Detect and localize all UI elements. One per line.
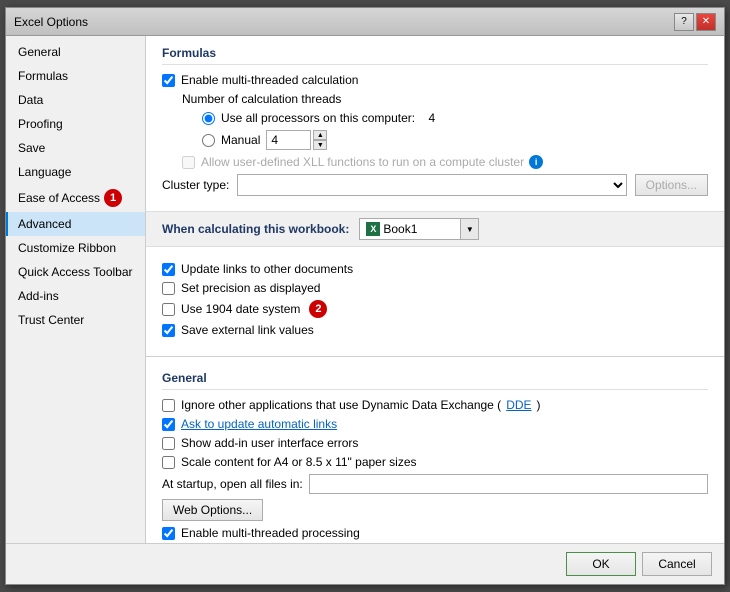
- sidebar-item-customize-ribbon[interactable]: Customize Ribbon: [6, 236, 145, 260]
- main-content: Formulas Enable multi-threaded calculati…: [146, 36, 724, 543]
- at-startup-label: At startup, open all files in:: [162, 477, 303, 491]
- save-external-checkbox[interactable]: [162, 324, 175, 337]
- use-1904-checkbox[interactable]: [162, 303, 175, 316]
- when-calculating-row: When calculating this workbook: X Book1 …: [146, 211, 724, 247]
- dialog-title: Excel Options: [14, 15, 88, 29]
- set-precision-row: Set precision as displayed: [162, 281, 708, 295]
- scale-content-checkbox[interactable]: [162, 456, 175, 469]
- use-1904-label[interactable]: Use 1904 date system 2: [181, 300, 327, 318]
- ask-update-label[interactable]: Ask to update automatic links: [181, 417, 337, 431]
- sidebar-item-advanced[interactable]: Advanced: [6, 212, 145, 236]
- help-button[interactable]: ?: [674, 13, 694, 31]
- dialog-footer: OK Cancel: [6, 543, 724, 584]
- ignore-dde-checkbox[interactable]: [162, 399, 175, 412]
- ease-of-access-badge: 1: [104, 189, 122, 207]
- ignore-dde-row: Ignore other applications that use Dynam…: [162, 398, 708, 412]
- general-section-header: General: [162, 371, 708, 390]
- dde-link[interactable]: DDE: [506, 398, 531, 412]
- update-links-checkbox[interactable]: [162, 263, 175, 276]
- sidebar-item-ease-of-access[interactable]: Ease of Access 1: [6, 184, 145, 212]
- manual-threads-row: Manual ▲ ▼: [202, 130, 708, 150]
- use-all-processors-label[interactable]: Use all processors on this computer: 4: [221, 111, 435, 125]
- allow-user-defined-label: Allow user-defined XLL functions to run …: [201, 155, 543, 169]
- manual-threads-spinner: ▲ ▼: [313, 130, 327, 150]
- info-icon[interactable]: i: [529, 155, 543, 169]
- enable-multithreaded-label[interactable]: Enable multi-threaded calculation: [181, 73, 358, 87]
- title-bar: Excel Options ? ✕: [6, 8, 724, 36]
- excel-icon: X: [366, 222, 380, 236]
- set-precision-checkbox[interactable]: [162, 282, 175, 295]
- enable-multithreaded-checkbox[interactable]: [162, 74, 175, 87]
- at-startup-input[interactable]: [309, 474, 708, 494]
- scale-content-label[interactable]: Scale content for A4 or 8.5 x 11" paper …: [181, 455, 417, 469]
- enable-multithreaded-row: Enable multi-threaded calculation: [162, 73, 708, 87]
- sidebar-item-general[interactable]: General: [6, 40, 145, 64]
- set-precision-label[interactable]: Set precision as displayed: [181, 281, 320, 295]
- sidebar-item-formulas[interactable]: Formulas: [6, 64, 145, 88]
- cluster-type-row: Cluster type: Options...: [162, 174, 708, 196]
- show-addin-label[interactable]: Show add-in user interface errors: [181, 436, 358, 450]
- workbook-dropdown-arrow[interactable]: ▼: [460, 219, 478, 239]
- general-section: General Ignore other applications that u…: [146, 361, 724, 543]
- allow-user-defined-row: Allow user-defined XLL functions to run …: [182, 155, 708, 169]
- cluster-type-label: Cluster type:: [162, 178, 229, 192]
- update-links-row: Update links to other documents: [162, 262, 708, 276]
- workbook-label: X Book1: [360, 222, 460, 236]
- ask-update-row: Ask to update automatic links: [162, 417, 708, 431]
- sidebar-item-quick-access-toolbar[interactable]: Quick Access Toolbar: [6, 260, 145, 284]
- enable-multiprocessing-label[interactable]: Enable multi-threaded processing: [181, 526, 360, 540]
- web-options-button[interactable]: Web Options...: [162, 499, 263, 521]
- manual-threads-radio[interactable]: [202, 134, 215, 147]
- use-1904-row: Use 1904 date system 2: [162, 300, 708, 318]
- sidebar-item-trust-center[interactable]: Trust Center: [6, 308, 145, 332]
- enable-multiprocessing-row: Enable multi-threaded processing: [162, 526, 708, 540]
- update-links-label[interactable]: Update links to other documents: [181, 262, 353, 276]
- sidebar-item-data[interactable]: Data: [6, 88, 145, 112]
- show-addin-row: Show add-in user interface errors: [162, 436, 708, 450]
- title-bar-controls: ? ✕: [674, 13, 716, 31]
- section-divider-1: [146, 356, 724, 357]
- when-calculating-label: When calculating this workbook:: [162, 222, 349, 236]
- sidebar-item-language[interactable]: Language: [6, 160, 145, 184]
- formulas-section-header: Formulas: [162, 46, 708, 65]
- use-all-processors-radio[interactable]: [202, 112, 215, 125]
- web-options-row: Web Options...: [162, 499, 708, 521]
- sidebar: General Formulas Data Proofing Save Lang…: [6, 36, 146, 543]
- calc-threads-label: Number of calculation threads: [182, 92, 708, 106]
- allow-user-defined-checkbox[interactable]: [182, 156, 195, 169]
- sidebar-item-proofing[interactable]: Proofing: [6, 112, 145, 136]
- spin-down-button[interactable]: ▼: [313, 140, 327, 150]
- formulas-section: Formulas Enable multi-threaded calculati…: [146, 36, 724, 211]
- ask-update-checkbox[interactable]: [162, 418, 175, 431]
- dialog-body: General Formulas Data Proofing Save Lang…: [6, 36, 724, 543]
- save-external-label[interactable]: Save external link values: [181, 323, 314, 337]
- excel-options-dialog: Excel Options ? ✕ General Formulas Data …: [5, 7, 725, 585]
- scale-content-row: Scale content for A4 or 8.5 x 11" paper …: [162, 455, 708, 469]
- manual-threads-input[interactable]: [266, 130, 311, 150]
- show-addin-checkbox[interactable]: [162, 437, 175, 450]
- at-startup-row: At startup, open all files in:: [162, 474, 708, 494]
- ok-button[interactable]: OK: [566, 552, 636, 576]
- close-button[interactable]: ✕: [696, 13, 716, 31]
- cluster-options-button[interactable]: Options...: [635, 174, 708, 196]
- sidebar-item-save[interactable]: Save: [6, 136, 145, 160]
- manual-threads-label[interactable]: Manual: [221, 133, 260, 147]
- cancel-button[interactable]: Cancel: [642, 552, 712, 576]
- save-external-row: Save external link values: [162, 323, 708, 337]
- use-all-processors-row: Use all processors on this computer: 4: [202, 111, 708, 125]
- use-1904-badge: 2: [309, 300, 327, 318]
- workbook-dropdown[interactable]: X Book1 ▼: [359, 218, 479, 240]
- enable-multiprocessing-checkbox[interactable]: [162, 527, 175, 540]
- spin-up-button[interactable]: ▲: [313, 130, 327, 140]
- sidebar-item-add-ins[interactable]: Add-ins: [6, 284, 145, 308]
- ignore-dde-label[interactable]: Ignore other applications that use Dynam…: [181, 398, 541, 412]
- cluster-type-select[interactable]: [237, 174, 626, 196]
- workbook-options-section: Update links to other documents Set prec…: [146, 247, 724, 352]
